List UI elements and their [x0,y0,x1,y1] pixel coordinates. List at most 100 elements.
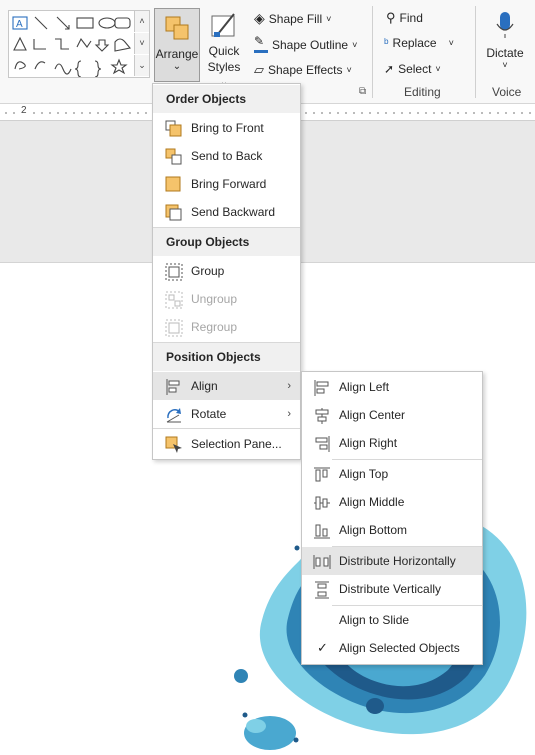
bring-forward-item[interactable]: Bring Forward [153,170,300,198]
align-submenu: Align Left Align Center Align Right Alig… [301,371,483,665]
order-objects-header: Order Objects [153,85,300,113]
send-backward-item[interactable]: Send Backward [153,198,300,226]
distribute-vertically-label: Distribute Vertically [339,582,442,596]
select-label: Select [398,62,432,76]
send-to-back-label: Send to Back [191,149,263,163]
align-to-slide-label: Align to Slide [339,613,410,627]
find-button[interactable]: ⚲ Find [386,10,423,26]
chevron-down-icon: ⌄ [172,61,182,72]
arrange-button[interactable]: Arrange ⌄ [154,8,200,82]
bring-forward-label: Bring Forward [191,177,267,191]
gallery-more-icon[interactable]: ⌄ [134,55,149,76]
regroup-label: Regroup [191,320,238,334]
ribbon-separator [372,6,373,98]
align-bottom-item[interactable]: Align Bottom [302,516,482,544]
rotate-icon [166,408,181,423]
rotate-label: Rotate [191,407,227,421]
align-right-icon [315,436,330,452]
cursor-arrow-icon: ➚ [384,62,395,76]
align-icon [166,379,180,395]
group-item[interactable]: Group [153,257,300,285]
distribute-horizontally-label: Distribute Horizontally [339,554,456,568]
replace-button[interactable]: ᵇ Replace ˅ [384,36,454,50]
selection-pane-item[interactable]: Selection Pane... [153,430,300,458]
group-objects-header: Group Objects [153,228,300,256]
search-icon: ⚲ [386,10,396,25]
dialog-launcher-icon[interactable]: ⧉ [359,86,366,97]
find-label: Find [399,11,423,25]
shape-fill-button[interactable]: ◈ Shape Fill ˅ [254,10,331,27]
align-bottom-label: Align Bottom [339,523,408,537]
paint-bucket-icon: ◈ [254,10,265,26]
gallery-scroll-down-icon[interactable]: ˅ [134,33,149,54]
align-label: Align [191,379,218,393]
chevron-down-icon: ˅ [502,60,508,70]
selection-pane-icon [165,436,182,453]
send-to-back-item[interactable]: Send to Back [153,142,300,170]
bring-to-front-icon [165,120,182,137]
shape-fill-label: Shape Fill [268,11,323,26]
regroup-item[interactable]: Regroup [153,313,300,341]
ungroup-label: Ungroup [191,292,238,306]
shape-effects-label: Shape Effects [268,63,343,77]
quick-styles-button[interactable]: Quick Styles ⌄ [202,8,246,88]
quick-styles-label: Styles [207,60,241,74]
quick-styles-icon [211,13,235,37]
chevron-down-icon: ˅ [352,39,358,50]
align-left-icon [314,380,329,396]
dictate-button[interactable]: Dictate ˅ [483,8,527,78]
shape-effects-button[interactable]: ▱ Shape Effects ˅ [254,62,352,78]
bring-forward-icon [165,176,181,192]
shapes-gallery-icons: A [12,16,132,77]
gallery-scroll-up-icon[interactable]: ˄ [134,11,149,32]
bring-to-front-label: Bring to Front [191,121,264,135]
align-left-item[interactable]: Align Left [302,373,482,401]
align-bottom-icon [314,524,330,539]
voice-group-label: Voice [492,85,522,99]
ungroup-icon [165,291,183,309]
shape-effects-icon: ▱ [254,62,264,77]
pen-outline-icon: ✎ [254,35,268,53]
chevron-right-icon: › [287,408,291,420]
check-mark-icon: ✓ [317,640,328,655]
chevron-down-icon: ˅ [326,13,332,24]
align-top-icon [314,467,330,482]
menu-separator [153,428,300,429]
send-backward-icon [165,204,182,221]
align-selected-objects-item[interactable]: ✓ Align Selected Objects [302,634,482,662]
ungroup-item[interactable]: Ungroup [153,285,300,313]
rotate-item[interactable]: Rotate › [153,400,300,428]
distribute-horizontally-icon [313,555,331,569]
align-right-label: Align Right [339,436,398,450]
align-middle-label: Align Middle [339,495,405,509]
distribute-horizontally-item[interactable]: Distribute Horizontally [302,547,482,575]
replace-label: Replace [392,36,437,50]
arrange-menu: Order Objects Bring to Front Send to Bac… [152,83,301,460]
align-top-item[interactable]: Align Top [302,460,482,488]
chevron-right-icon: › [287,380,291,392]
align-center-label: Align Center [339,408,406,422]
arrange-icon [165,16,189,40]
align-item[interactable]: Align › [153,372,300,400]
bring-to-front-item[interactable]: Bring to Front [153,114,300,142]
align-left-label: Align Left [339,380,390,394]
dictate-label: Dictate [486,46,524,60]
shape-outline-label: Shape Outline [272,37,349,52]
distribute-vertically-item[interactable]: Distribute Vertically [302,575,482,603]
shape-outline-button[interactable]: ✎ Shape Outline ˅ [254,35,358,53]
align-right-item[interactable]: Align Right [302,429,482,457]
align-middle-item[interactable]: Align Middle [302,488,482,516]
chevron-down-icon: ˅ [448,38,454,48]
ribbon-separator [475,6,476,98]
chevron-down-icon: ˅ [435,64,441,74]
svg-text:A: A [16,19,23,30]
selection-pane-label: Selection Pane... [191,437,282,451]
align-top-label: Align Top [339,467,389,481]
group-icon [165,263,183,281]
group-label: Group [191,264,225,278]
shapes-gallery[interactable]: A ˄ ˅ ⌄ [8,10,150,78]
align-center-item[interactable]: Align Center [302,401,482,429]
select-button[interactable]: ➚ Select ˅ [384,62,441,76]
align-to-slide-item[interactable]: Align to Slide [302,606,482,634]
replace-icon: ᵇ [384,36,389,50]
